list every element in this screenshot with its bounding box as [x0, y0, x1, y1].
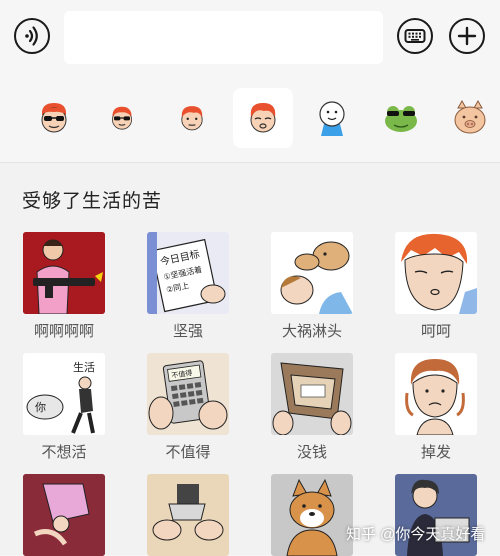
shiba-dog-sticker-icon [271, 474, 353, 556]
sticker-label: 呵呵 [420, 323, 451, 340]
section-title: 受够了生活的苦 [22, 191, 163, 212]
sticker-label: 不值得 [165, 444, 211, 461]
voice-wave-icon [25, 26, 38, 46]
hair-loss-sticker-icon [395, 353, 477, 435]
sticker-item[interactable]: 生活 你 [23, 353, 105, 435]
plus-button[interactable] [449, 18, 485, 54]
gun-man-sticker-icon [23, 232, 105, 314]
voice-button[interactable] [14, 18, 50, 54]
tab-sunglasses-small[interactable] [92, 88, 152, 148]
sticker-label: 大祸淋头 [281, 323, 342, 340]
sticker-item[interactable]: 今日目标 ①坚强活着 ②同上 [147, 232, 229, 314]
dog-on-head-sticker-icon [271, 232, 353, 314]
sticker-item[interactable]: 不值得 [147, 353, 229, 435]
sticker-label: 不想活 [41, 444, 87, 461]
plus-icon [457, 26, 477, 46]
keyboard-button[interactable] [397, 18, 433, 54]
keyboard-icon [404, 29, 426, 43]
sticker-label: 坚强 [172, 323, 203, 340]
tab-tired-face[interactable] [233, 88, 293, 148]
tired-face-icon [250, 103, 276, 133]
sticker-panel: 受够了生活的苦 啊啊啊啊 今日目标 ①坚强活着 ②同上 坚强 大祸淋头 呵呵 生… [0, 163, 500, 556]
sticker-item[interactable] [395, 232, 477, 314]
tab-pig[interactable] [440, 88, 500, 148]
sticker-item[interactable] [23, 232, 105, 314]
sticker-label: 掉发 [420, 444, 451, 461]
sticker-item[interactable] [271, 474, 353, 556]
sticker-item[interactable] [23, 474, 105, 556]
sticker-item[interactable] [147, 474, 229, 556]
sticker-label: 啊啊啊啊 [33, 323, 94, 340]
pig-icon [454, 99, 486, 134]
frog-icon [385, 106, 417, 132]
tab-redhead-face[interactable] [162, 88, 222, 148]
sticker-item[interactable] [395, 353, 477, 435]
sticker-item[interactable] [271, 353, 353, 435]
sticker-text: 生活 [73, 360, 95, 374]
sticker-set-tabs [0, 78, 500, 162]
sunglasses-face-icon [41, 103, 67, 133]
chat-input-bar [0, 0, 500, 78]
tab-sunglasses-guy[interactable] [24, 88, 84, 148]
calculator-sticker-icon: 不值得 [147, 353, 229, 435]
empty-wallet-sticker-icon [271, 353, 353, 435]
sticker-text: 你 [35, 401, 46, 414]
smirk-face-sticker-icon [395, 232, 477, 314]
redhead-face-icon [181, 106, 203, 131]
cutting-card-sticker-icon [147, 474, 229, 556]
sticker-label: 没钱 [296, 444, 327, 461]
watermark: 知乎 @你今天真好看 [346, 526, 486, 543]
falling-person-sticker-icon [23, 474, 105, 556]
sticker-item[interactable] [271, 232, 353, 314]
notebook-goal-sticker-icon: 今日目标 ①坚强活着 ②同上 [147, 232, 229, 314]
tab-frog[interactable] [371, 88, 431, 148]
tab-blue-character[interactable] [302, 88, 362, 148]
kneeling-man-sticker-icon: 生活 你 [23, 353, 105, 435]
message-input[interactable] [64, 11, 383, 64]
blue-character-icon [319, 101, 345, 136]
sunglasses-face-small-icon [112, 106, 132, 130]
